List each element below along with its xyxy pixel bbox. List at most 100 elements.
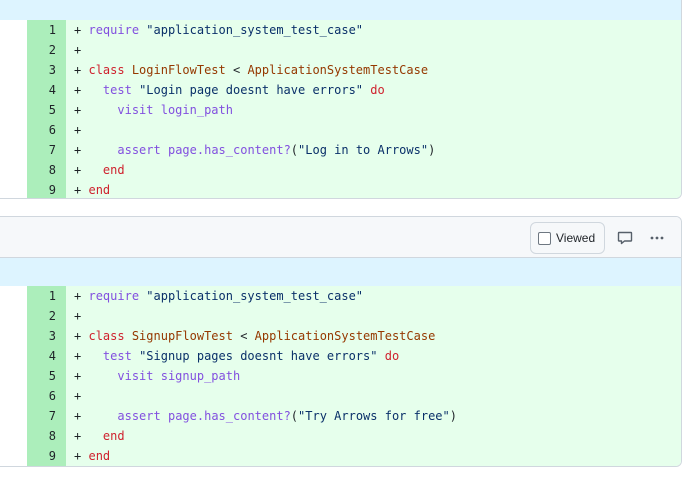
line-gutter xyxy=(0,60,27,80)
line-number[interactable]: 4 xyxy=(27,80,66,100)
hunk-header[interactable] xyxy=(0,258,681,286)
line-code: + visit login_path xyxy=(66,100,681,120)
line-number[interactable]: 6 xyxy=(27,386,66,406)
comment-button[interactable] xyxy=(612,225,638,251)
code-text: visit login_path xyxy=(117,103,233,117)
line-gutter xyxy=(0,446,27,466)
line-number[interactable]: 3 xyxy=(27,60,66,80)
code-text: end xyxy=(102,163,125,177)
code-text: assert page.has_content?("Log in to Arro… xyxy=(117,143,436,157)
diff-line: 4 + test "Signup pages doesnt have errors… xyxy=(0,346,681,366)
diff-lines: 1 + require "application_system_test_case… xyxy=(0,20,681,198)
diff-line: 5 + visit signup_path xyxy=(0,366,681,386)
diff-line: 4 + test "Login page doesnt have errors" … xyxy=(0,80,681,100)
line-code: + xyxy=(66,306,681,326)
line-gutter xyxy=(0,20,27,40)
code-text: end xyxy=(88,183,111,197)
line-code: + require "application_system_test_case" xyxy=(66,20,681,40)
line-number[interactable]: 2 xyxy=(27,306,66,326)
diff-line: 2 + xyxy=(0,40,681,60)
line-code: + assert page.has_content?("Try Arrows f… xyxy=(66,406,681,426)
line-code: + xyxy=(66,120,681,140)
line-code: + test "Signup pages doesnt have errors"… xyxy=(66,346,681,366)
line-gutter xyxy=(0,286,27,306)
code-text: test "Login page doesnt have errors" do xyxy=(102,83,385,97)
code-text: visit signup_path xyxy=(117,369,241,383)
line-number[interactable]: 9 xyxy=(27,446,66,466)
diff-line: 5 + visit login_path xyxy=(0,100,681,120)
diff-line: 6 + xyxy=(0,386,681,406)
line-number[interactable]: 6 xyxy=(27,120,66,140)
line-gutter xyxy=(0,426,27,446)
line-number[interactable]: 1 xyxy=(27,286,66,306)
line-number[interactable]: 8 xyxy=(27,426,66,446)
diff-line: 1 + require "application_system_test_case… xyxy=(0,286,681,306)
line-code: + class SignupFlowTest < ApplicationSyst… xyxy=(66,326,681,346)
line-number[interactable]: 5 xyxy=(27,100,66,120)
diff-line: 8 + end xyxy=(0,160,681,180)
diff-line: 1 + require "application_system_test_case… xyxy=(0,20,681,40)
code-text: assert page.has_content?("Try Arrows for… xyxy=(117,409,457,423)
line-number[interactable]: 9 xyxy=(27,180,66,198)
code-text: class SignupFlowTest < ApplicationSystem… xyxy=(88,329,436,343)
diff-line: 9 + end xyxy=(0,180,681,198)
line-code: + xyxy=(66,386,681,406)
diff-lines: 1 + require "application_system_test_case… xyxy=(0,286,681,466)
diff-line: 8 + end xyxy=(0,426,681,446)
line-code: + xyxy=(66,40,681,60)
line-gutter xyxy=(0,346,27,366)
line-code: + end xyxy=(66,160,681,180)
diff-line: 7 + assert page.has_content?("Log in to A… xyxy=(0,140,681,160)
line-gutter xyxy=(0,306,27,326)
line-gutter xyxy=(0,386,27,406)
diff-line: 3 + class SignupFlowTest < ApplicationSys… xyxy=(0,326,681,346)
diff-line: 3 + class LoginFlowTest < ApplicationSyst… xyxy=(0,60,681,80)
line-gutter xyxy=(0,326,27,346)
line-code: + end xyxy=(66,446,681,466)
line-gutter xyxy=(0,80,27,100)
code-text: require "application_system_test_case" xyxy=(88,23,364,37)
line-code: + end xyxy=(66,180,681,198)
kebab-horizontal-icon xyxy=(650,236,664,240)
diff-file-login-flow-test: 1 + require "application_system_test_case… xyxy=(0,0,682,199)
line-number[interactable]: 2 xyxy=(27,40,66,60)
viewed-checkbox[interactable] xyxy=(538,231,551,245)
line-number[interactable]: 7 xyxy=(27,406,66,426)
line-number[interactable]: 3 xyxy=(27,326,66,346)
viewed-label: Viewed xyxy=(556,231,596,245)
code-text: end xyxy=(88,449,111,463)
diff-line: 6 + xyxy=(0,120,681,140)
line-code: + visit signup_path xyxy=(66,366,681,386)
line-code: + end xyxy=(66,426,681,446)
line-code: + require "application_system_test_case" xyxy=(66,286,681,306)
line-gutter xyxy=(0,100,27,120)
diff-line: 7 + assert page.has_content?("Try Arrows … xyxy=(0,406,681,426)
code-text: test "Signup pages doesnt have errors" d… xyxy=(102,349,400,363)
line-gutter xyxy=(0,160,27,180)
line-gutter xyxy=(0,180,27,198)
line-gutter xyxy=(0,366,27,386)
line-number[interactable]: 4 xyxy=(27,346,66,366)
file-header: Viewed xyxy=(0,217,681,258)
line-number[interactable]: 5 xyxy=(27,366,66,386)
line-code: + assert page.has_content?("Log in to Ar… xyxy=(66,140,681,160)
line-code: + class LoginFlowTest < ApplicationSyste… xyxy=(66,60,681,80)
viewed-toggle-button[interactable]: Viewed xyxy=(530,222,605,254)
line-number[interactable]: 8 xyxy=(27,160,66,180)
diff-line: 2 + xyxy=(0,306,681,326)
hunk-header[interactable] xyxy=(0,0,681,20)
line-gutter xyxy=(0,140,27,160)
comment-icon xyxy=(617,231,633,245)
more-options-button[interactable] xyxy=(644,225,670,251)
diff-line: 9 + end xyxy=(0,446,681,466)
line-gutter xyxy=(0,406,27,426)
line-gutter xyxy=(0,40,27,60)
diff-file-signup-flow-test: Viewed 1 + require "application_system_te… xyxy=(0,216,682,467)
line-gutter xyxy=(0,120,27,140)
line-number[interactable]: 7 xyxy=(27,140,66,160)
line-number[interactable]: 1 xyxy=(27,20,66,40)
